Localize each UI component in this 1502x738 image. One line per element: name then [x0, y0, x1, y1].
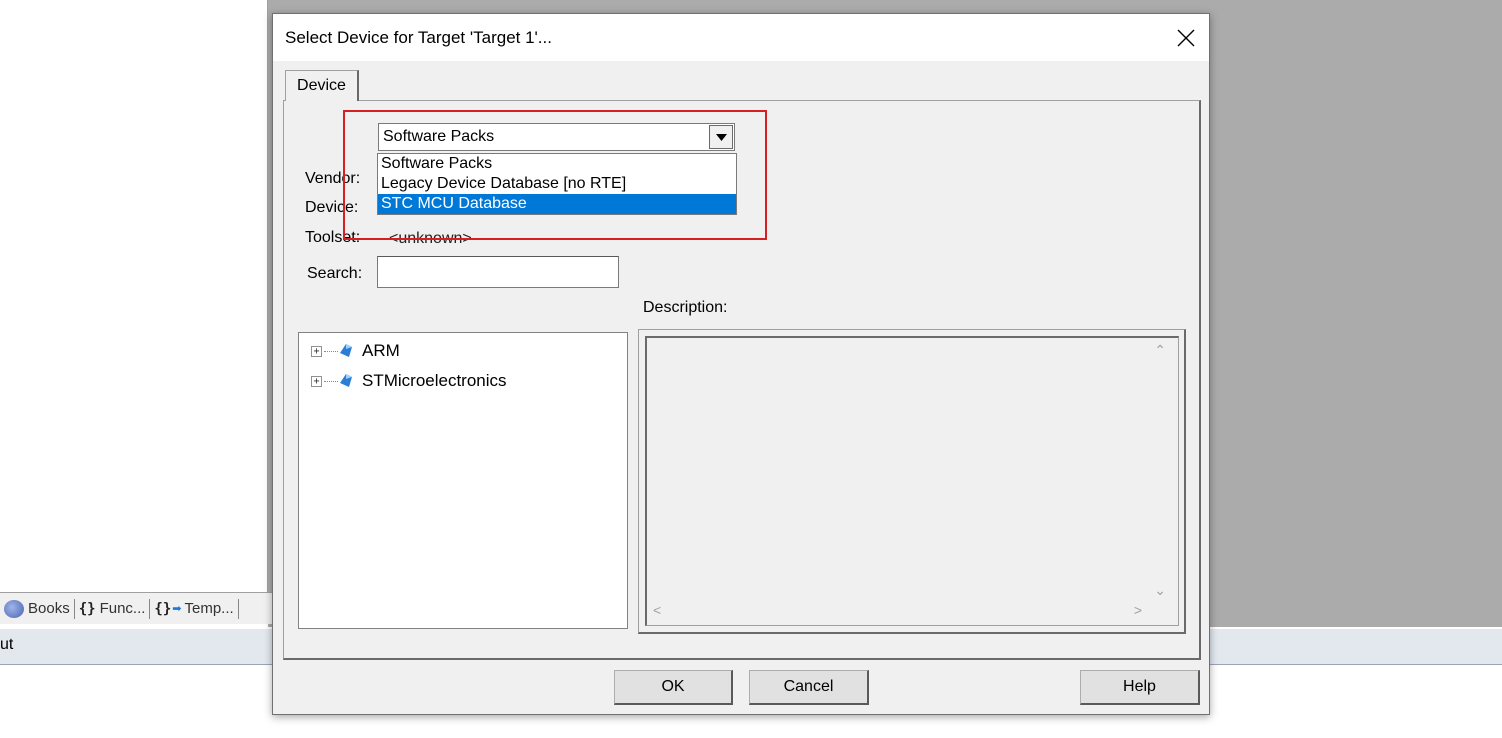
description-label: Description: [643, 299, 728, 316]
scroll-up-icon[interactable]: ⌃ [1154, 342, 1166, 359]
description-box: ⌃ ⌄ < > [638, 329, 1186, 634]
expand-icon[interactable]: + [311, 345, 322, 357]
scroll-down-icon[interactable]: ⌄ [1154, 582, 1166, 599]
dropdown-option-software-packs[interactable]: Software Packs [378, 154, 736, 174]
chevron-down-icon [715, 133, 727, 141]
tab-device[interactable]: Device [285, 70, 359, 101]
ok-button[interactable]: OK [614, 670, 733, 705]
tree-connector [324, 350, 338, 352]
tree-item-label: STMicroelectronics [362, 371, 507, 390]
tree-item-label: ARM [362, 341, 400, 360]
close-icon [1177, 29, 1195, 46]
dropdown-option-legacy-database[interactable]: Legacy Device Database [no RTE] [378, 174, 736, 194]
scroll-left-icon[interactable]: < [653, 602, 661, 618]
vendor-label: Vendor: [305, 170, 361, 187]
books-icon [4, 599, 24, 618]
cancel-button[interactable]: Cancel [749, 670, 869, 705]
database-select-value: Software Packs [383, 128, 495, 145]
dialog-title: Select Device for Target 'Target 1'... [285, 28, 552, 47]
tab-functions-label: Func... [99, 600, 146, 617]
device-label: Device: [305, 199, 359, 216]
search-input[interactable] [377, 256, 619, 288]
select-device-dialog: Select Device for Target 'Target 1'... D… [272, 13, 1210, 715]
templates-icon: {} [154, 600, 172, 617]
device-tree[interactable]: + ARM + STMicroelectronics [298, 332, 628, 629]
output-label: ut [0, 636, 14, 653]
arrow-icon: ➡ [172, 603, 182, 615]
close-button[interactable] [1163, 14, 1209, 61]
functions-icon: {} [78, 600, 96, 617]
database-dropdown-list: Software Packs Legacy Device Database [n… [377, 153, 737, 215]
help-button[interactable]: Help [1080, 670, 1200, 705]
expand-icon[interactable]: + [311, 375, 322, 387]
dialog-titlebar: Select Device for Target 'Target 1'... [273, 14, 1209, 61]
tab-functions[interactable]: {} Func... [75, 598, 151, 619]
tab-templates-label: Temp... [184, 600, 234, 617]
project-pane [0, 0, 268, 592]
tab-books[interactable]: Books [0, 598, 75, 619]
vendor-icon [340, 374, 352, 387]
dropdown-option-stc-mcu-database[interactable]: STC MCU Database [378, 194, 736, 214]
database-select[interactable]: Software Packs [378, 123, 735, 151]
vendor-icon [340, 344, 352, 357]
toolset-value: <unknown> [389, 230, 472, 247]
tree-item-arm[interactable]: + ARM [311, 340, 400, 362]
toolset-label: Toolset: [305, 229, 361, 246]
description-text-area[interactable]: ⌃ ⌄ < > [645, 336, 1179, 626]
dropdown-button[interactable] [709, 125, 733, 149]
search-label: Search: [307, 265, 363, 282]
tree-item-stmicroelectronics[interactable]: + STMicroelectronics [311, 370, 507, 392]
tab-books-label: Books [28, 600, 70, 617]
tree-connector [324, 380, 338, 382]
tab-templates[interactable]: {} ➡ Temp... [150, 598, 239, 619]
project-tabs: Books {} Func... {} ➡ Temp... [0, 592, 272, 624]
scroll-right-icon[interactable]: > [1134, 602, 1142, 618]
